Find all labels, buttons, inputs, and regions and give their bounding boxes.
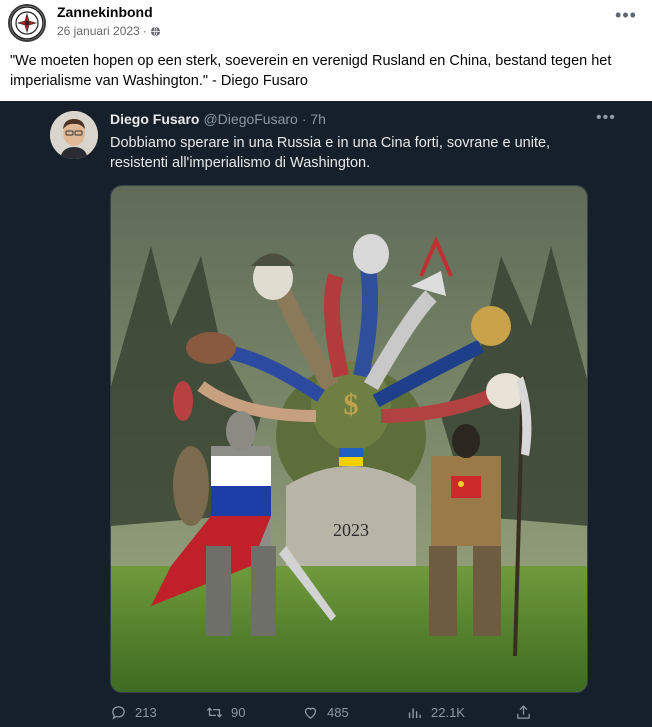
heart-icon [304, 707, 317, 719]
globe-icon [150, 26, 160, 36]
meta-separator: · [142, 24, 147, 38]
tweet-actions: 213 90 485 22.1K [110, 704, 590, 724]
share-action [515, 704, 532, 721]
tweet-time: · 7h [301, 111, 326, 127]
svg-text:$: $ [344, 388, 359, 421]
tweet-header: Diego Fusaro @DiegoFusaro · 7h [110, 111, 326, 127]
page-avatar[interactable] [8, 4, 46, 42]
post-header: Zannekinbond 26 januari 2023 · ••• [0, 0, 652, 44]
views-action: 22.1K [406, 704, 465, 721]
hydra-illustration: $ 2023 [111, 186, 587, 692]
like-count: 485 [327, 705, 349, 720]
reply-action: 213 [110, 704, 157, 721]
retweet-icon [206, 707, 223, 718]
post-text: "We moeten hopen op een sterk, soeverein… [10, 53, 612, 89]
views-count: 22.1K [431, 705, 465, 720]
retweet-count: 90 [231, 705, 246, 720]
tweet-author-name: Diego Fusaro [110, 111, 200, 127]
tweet-more-icon: ••• [596, 109, 616, 126]
tweet-artwork: $ 2023 [110, 185, 588, 693]
more-options-button[interactable]: ••• [612, 6, 640, 28]
reply-icon [112, 706, 125, 720]
tweet-text: Dobbiamo sperare in una Russia e in una … [110, 135, 551, 171]
post-date[interactable]: 26 januari 2023 [57, 24, 140, 38]
tweet-handle: @DiegoFusaro [203, 111, 298, 127]
author-name[interactable]: Zannekinbond [57, 4, 153, 20]
post-meta: 26 januari 2023 · [57, 24, 161, 38]
artwork-year-label: 2023 [333, 520, 369, 540]
like-action: 485 [302, 704, 349, 721]
embedded-tweet-image[interactable]: Diego Fusaro @DiegoFusaro · 7h ••• Dobbi… [0, 101, 652, 727]
tweet-avatar [50, 111, 98, 159]
reply-count: 213 [135, 705, 157, 720]
views-chart-icon [408, 708, 421, 719]
share-icon [517, 705, 530, 719]
retweet-action: 90 [206, 704, 245, 721]
emblem-icon [10, 6, 44, 40]
